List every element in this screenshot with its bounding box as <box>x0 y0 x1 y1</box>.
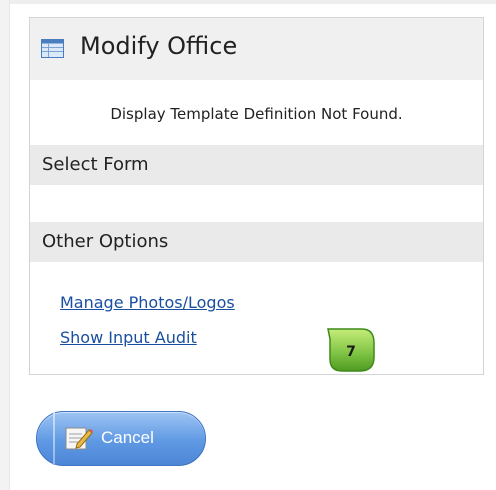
select-form-heading: Select Form <box>42 154 149 175</box>
select-form-section: Select Form <box>30 145 483 185</box>
other-options-section: Other Options <box>30 222 483 262</box>
table-form-icon <box>41 39 64 58</box>
cancel-button-label: Cancel <box>101 428 154 447</box>
panel-header: Modify Office <box>30 18 483 80</box>
status-message: Display Template Definition Not Found. <box>110 105 403 123</box>
left-border <box>0 0 10 490</box>
page-title: Modify Office <box>80 32 238 60</box>
top-border <box>0 0 496 4</box>
manage-photos-logos-link[interactable]: Manage Photos/Logos <box>60 293 235 312</box>
other-options-heading: Other Options <box>42 231 169 252</box>
step-badge-number: 7 <box>346 344 356 360</box>
modify-office-panel: Modify Office Display Template Definitio… <box>29 17 484 375</box>
button-divider <box>53 412 55 465</box>
step-badge: 7 <box>327 328 375 372</box>
edit-cancel-icon <box>65 427 93 450</box>
cancel-button[interactable]: Cancel <box>36 411 206 466</box>
show-input-audit-link[interactable]: Show Input Audit <box>60 328 197 347</box>
page: Modify Office Display Template Definitio… <box>0 0 496 490</box>
